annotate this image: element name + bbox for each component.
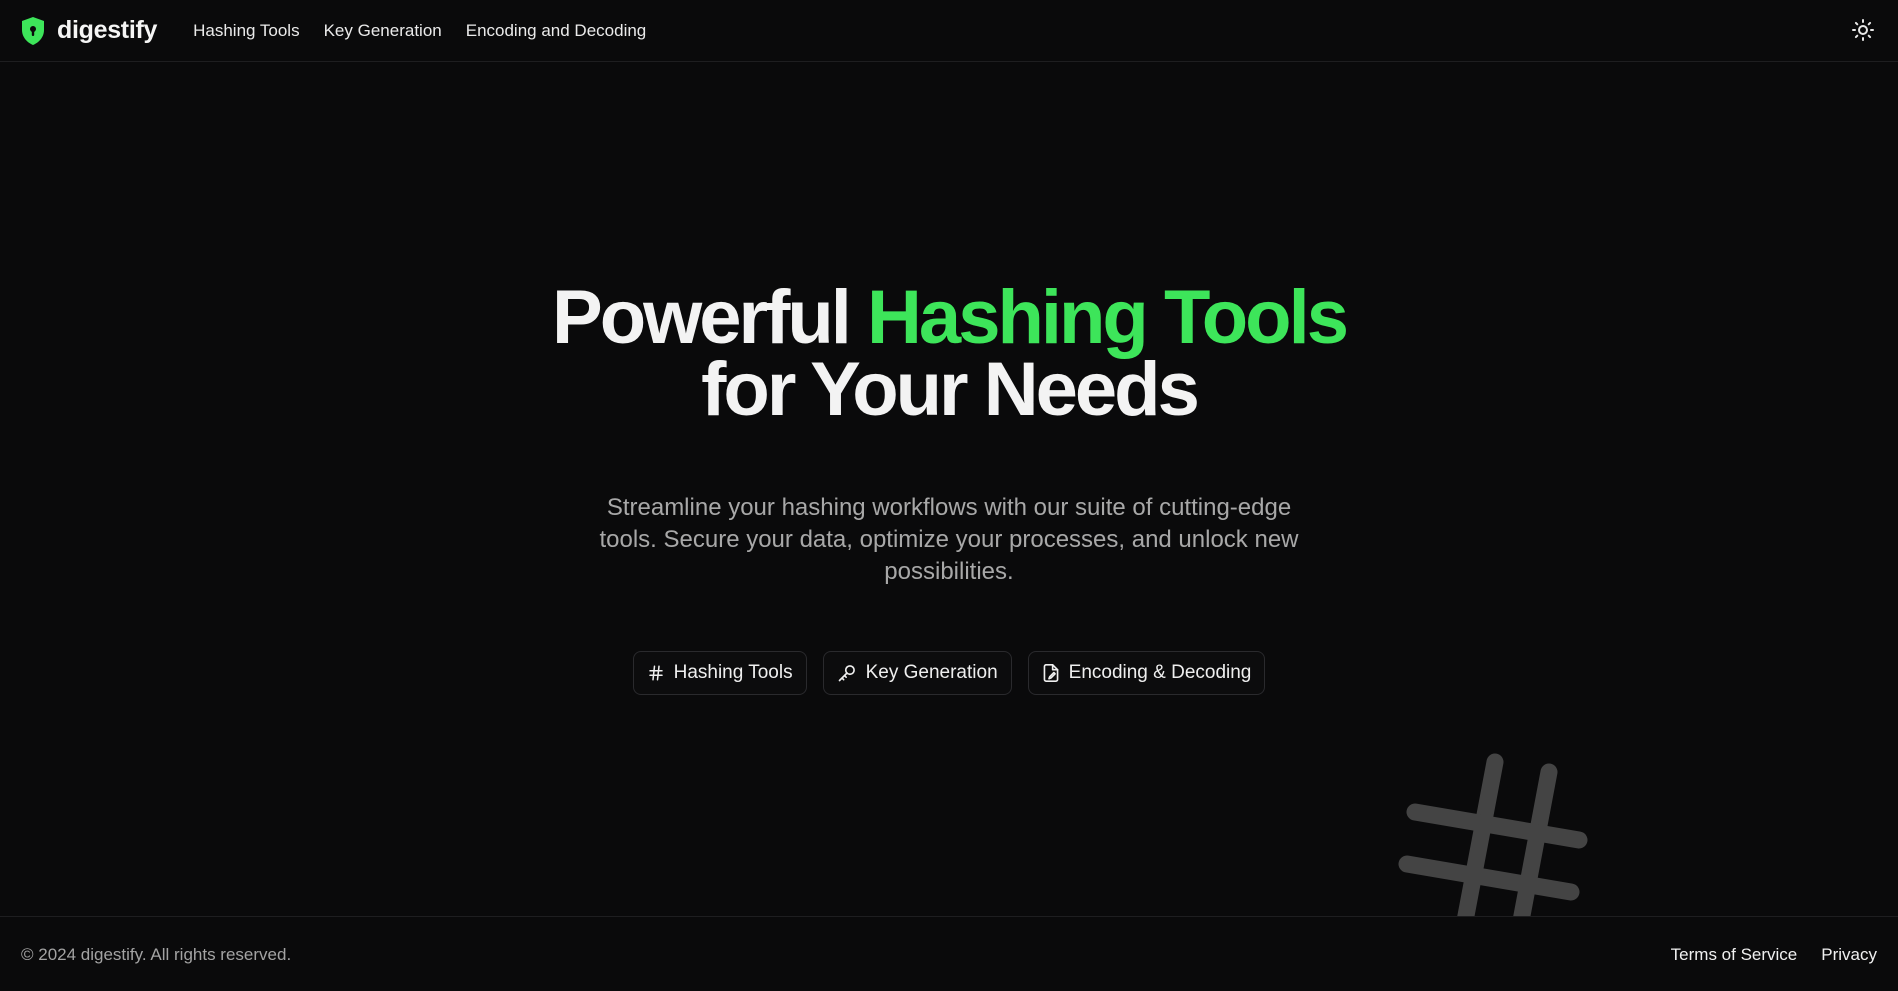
terms-of-service-link[interactable]: Terms of Service [1671, 945, 1798, 965]
nav-link-encoding-decoding[interactable]: Encoding and Decoding [466, 21, 647, 41]
footer-links: Terms of Service Privacy [1671, 945, 1877, 965]
page: digestify Hashing Tools Key Generation E… [0, 0, 1898, 991]
cta-row: Hashing Tools Key Generation Encoding & … [0, 651, 1898, 695]
footer: © 2024 digestify. All rights reserved. T… [0, 916, 1898, 991]
top-header: digestify Hashing Tools Key Generation E… [0, 0, 1898, 62]
hero-title: Powerful Hashing Tools for Your Needs [0, 280, 1898, 428]
theme-toggle-button[interactable] [1850, 17, 1876, 43]
file-edit-icon [1043, 663, 1059, 682]
brand-name: digestify [57, 16, 158, 44]
key-generation-button[interactable]: Key Generation [822, 651, 1012, 695]
key-generation-button-label: Key Generation [865, 662, 998, 683]
nav-link-hashing-tools[interactable]: Hashing Tools [193, 21, 299, 41]
copyright-text: © 2024 digestify. All rights reserved. [21, 945, 292, 964]
encoding-decoding-button[interactable]: Encoding & Decoding [1027, 651, 1266, 695]
hash-icon [648, 665, 663, 681]
main-nav: Hashing Tools Key Generation Encoding an… [193, 21, 646, 41]
key-icon [838, 665, 855, 682]
nav-link-key-generation[interactable]: Key Generation [324, 21, 442, 41]
hashing-tools-button-label: Hashing Tools [673, 662, 793, 683]
hero-title-part2: for Your Needs [701, 347, 1200, 432]
hero-subtitle: Streamline your hashing workflows with o… [599, 494, 1299, 585]
hashing-tools-button[interactable]: Hashing Tools [632, 651, 807, 695]
encoding-decoding-button-label: Encoding & Decoding [1068, 662, 1252, 683]
sun-icon [1852, 19, 1874, 41]
brand-link[interactable]: digestify [20, 16, 157, 46]
shield-logo-icon [22, 16, 44, 45]
decorative-hash-icon [1395, 752, 1595, 916]
privacy-link[interactable]: Privacy [1821, 945, 1877, 965]
